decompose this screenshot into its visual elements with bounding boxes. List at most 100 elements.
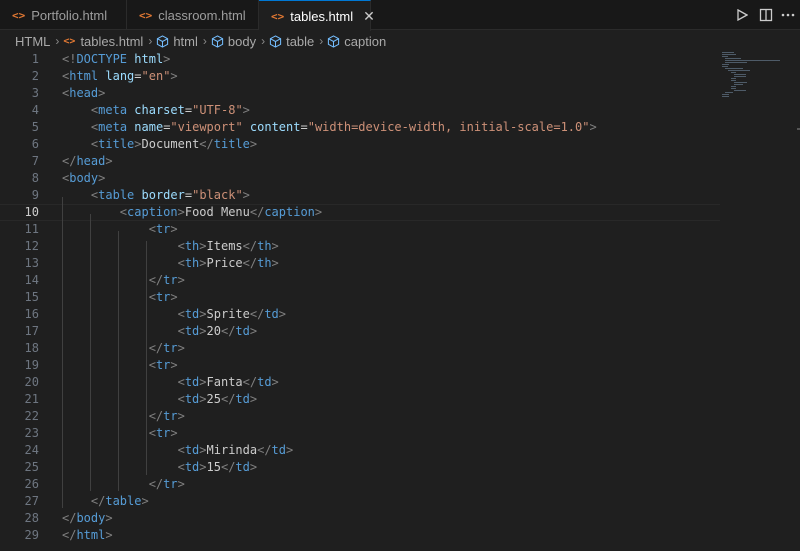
- minimap[interactable]: [720, 52, 790, 112]
- indent-guide: [118, 231, 119, 491]
- code-text: <td>Fanta</td>: [177, 375, 279, 389]
- line-number: 17: [24, 324, 39, 338]
- tab-label: Portfolio.html: [31, 7, 108, 23]
- code-line[interactable]: 15 <tr>: [0, 289, 720, 306]
- line-number: 16: [24, 307, 39, 321]
- code-text: <tr>: [148, 426, 178, 440]
- code-line[interactable]: 1 <!DOCTYPE html>: [0, 51, 720, 68]
- line-number: 18: [24, 341, 39, 355]
- code-text: </tr>: [148, 477, 185, 491]
- code-line[interactable]: 5 <meta name="viewport" content="width=d…: [0, 119, 720, 136]
- code-line[interactable]: 24 <td>Mirinda</td>: [0, 442, 720, 459]
- code-line[interactable]: 29 </html>: [0, 527, 720, 544]
- breadcrumb-item-html[interactable]: html: [173, 34, 198, 49]
- code-line[interactable]: 10 <caption>Food Menu</caption>: [0, 204, 720, 221]
- code-line[interactable]: 16 <td>Sprite</td>: [0, 306, 720, 323]
- line-number: 7: [31, 154, 39, 168]
- code-text: <title>Document</title>: [90, 137, 258, 151]
- code-text: <html lang="en">: [62, 69, 178, 83]
- code-text: </body>: [62, 511, 113, 525]
- chevron-right-icon: ›: [55, 34, 60, 48]
- code-line[interactable]: 11 <tr>: [0, 221, 720, 238]
- code-line[interactable]: 7 </head>: [0, 153, 720, 170]
- indent-guide: [62, 197, 63, 508]
- line-number: 12: [24, 239, 39, 253]
- breadcrumb-item-html-folder[interactable]: HTML: [15, 34, 50, 49]
- breadcrumb-item-file[interactable]: tables.html: [80, 34, 143, 49]
- breadcrumb-item-table[interactable]: table: [286, 34, 314, 49]
- code-line[interactable]: 12 <th>Items</th>: [0, 238, 720, 255]
- html-file-icon: <>: [139, 8, 153, 22]
- line-number: 6: [31, 137, 39, 151]
- line-number: 3: [31, 86, 39, 100]
- tab-portfolio[interactable]: <> Portfolio.html: [0, 0, 127, 30]
- code-line[interactable]: 9 <table border="black">: [0, 187, 720, 204]
- code-line[interactable]: 18 </tr>: [0, 340, 720, 357]
- line-number: 19: [24, 358, 39, 372]
- code-line[interactable]: 27 </table>: [0, 493, 720, 510]
- line-number: 24: [24, 443, 39, 457]
- indent-guide: [146, 241, 147, 475]
- code-line[interactable]: 8 <body>: [0, 170, 720, 187]
- line-number: 21: [24, 392, 39, 406]
- line-number: 26: [24, 477, 39, 491]
- code-line[interactable]: 17 <td>20</td>: [0, 323, 720, 340]
- line-number: 29: [24, 528, 39, 542]
- code-line[interactable]: 13 <th>Price</th>: [0, 255, 720, 272]
- breadcrumb-item-caption[interactable]: caption: [344, 34, 386, 49]
- run-icon[interactable]: [733, 6, 751, 24]
- code-line[interactable]: 6 <title>Document</title>: [0, 136, 720, 153]
- line-number: 28: [24, 511, 39, 525]
- chevron-right-icon: ›: [319, 34, 324, 48]
- code-text: <tr>: [148, 358, 178, 372]
- tab-label: tables.html: [290, 8, 354, 24]
- code-text: </html>: [62, 528, 113, 542]
- indent-guide: [90, 214, 91, 491]
- code-line[interactable]: 4 <meta charset="UTF-8">: [0, 102, 720, 119]
- code-line[interactable]: 28 </body>: [0, 510, 720, 527]
- close-icon[interactable]: ✕: [363, 8, 375, 25]
- line-number: 27: [24, 494, 39, 508]
- code-line[interactable]: 21 <td>25</td>: [0, 391, 720, 408]
- code-line[interactable]: 14 </tr>: [0, 272, 720, 289]
- symbol-element-icon: [156, 34, 169, 48]
- code-line[interactable]: 19 <tr>: [0, 357, 720, 374]
- chevron-right-icon: ›: [148, 34, 153, 48]
- code-line[interactable]: 20 <td>Fanta</td>: [0, 374, 720, 391]
- line-number: 9: [31, 188, 39, 202]
- code-text: <meta name="viewport" content="width=dev…: [90, 120, 597, 134]
- code-text: <td>Mirinda</td>: [177, 443, 294, 457]
- code-line[interactable]: 3 <head>: [0, 85, 720, 102]
- code-line[interactable]: 23 <tr>: [0, 425, 720, 442]
- breadcrumb-item-body[interactable]: body: [228, 34, 256, 49]
- code-line[interactable]: 26 </tr>: [0, 476, 720, 493]
- code-editor[interactable]: 1 <!DOCTYPE html> 2 <html lang="en"> 3 <head>…: [0, 52, 800, 551]
- code-text: <caption>Food Menu</caption>: [119, 205, 323, 219]
- code-text: </head>: [62, 154, 113, 168]
- line-number: 10: [24, 205, 39, 219]
- code-line[interactable]: 22 </tr>: [0, 408, 720, 425]
- chevron-right-icon: ›: [261, 34, 266, 48]
- line-number: 11: [24, 222, 39, 236]
- code-text: <td>Sprite</td>: [177, 307, 287, 321]
- code-line[interactable]: 2 <html lang="en">: [0, 68, 720, 85]
- breadcrumb: HTML › <> tables.html › html › body › ta…: [0, 30, 800, 52]
- symbol-element-icon: [269, 34, 282, 48]
- tab-classroom[interactable]: <> classroom.html: [127, 0, 259, 30]
- code-text: <th>Items</th>: [177, 239, 279, 253]
- tab-bar: <> Portfolio.html <> classroom.html <> t…: [0, 0, 800, 31]
- line-number: 2: [31, 69, 39, 83]
- chevron-right-icon: ›: [202, 34, 207, 48]
- split-editor-icon[interactable]: [757, 6, 775, 24]
- code-line[interactable]: 25 <td>15</td>: [0, 459, 720, 476]
- html-file-icon: <>: [12, 8, 26, 22]
- tab-label: classroom.html: [158, 7, 246, 23]
- line-number: 4: [31, 103, 39, 117]
- html-file-icon: <>: [271, 9, 285, 23]
- more-actions-icon[interactable]: [779, 6, 797, 24]
- code-text: </tr>: [148, 273, 185, 287]
- code-text: </table>: [90, 494, 149, 508]
- tab-tables[interactable]: <> tables.html ✕: [259, 0, 375, 31]
- symbol-element-icon: [211, 34, 224, 48]
- code-text: <meta charset="UTF-8">: [90, 103, 250, 117]
